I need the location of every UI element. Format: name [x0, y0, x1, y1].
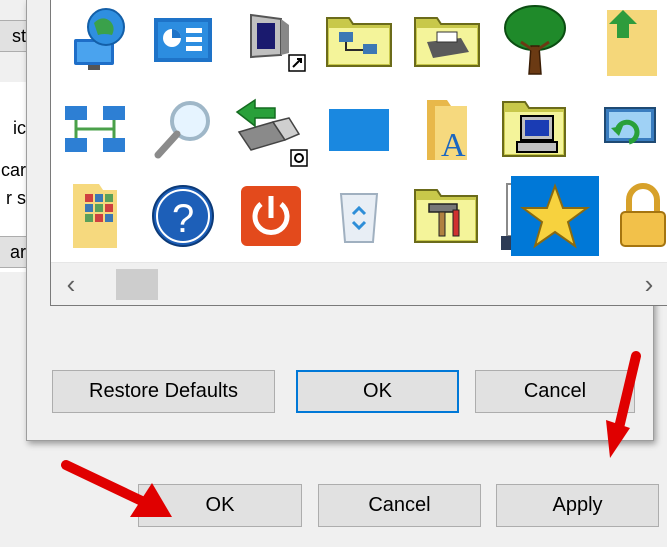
font-folder-icon[interactable]: A	[403, 90, 491, 170]
magnifier-icon[interactable]	[139, 90, 227, 170]
background-text-fragment: ic	[13, 118, 26, 138]
background-button-fragment[interactable]: st	[0, 20, 27, 52]
power-icon[interactable]	[227, 176, 315, 256]
folder-green-arrow-icon[interactable]	[579, 0, 667, 80]
horizontal-scrollbar[interactable]: ‹ ›	[51, 262, 667, 305]
cancel-button[interactable]: Cancel	[318, 484, 481, 527]
svg-text:A: A	[441, 127, 466, 164]
fragment-text: st	[11, 25, 26, 46]
background-text-fragment: r s	[6, 188, 26, 208]
restore-defaults-button[interactable]: Restore Defaults	[52, 370, 275, 413]
computer-folder-icon[interactable]	[491, 90, 579, 170]
usb-drive-arrow-icon[interactable]	[227, 90, 315, 170]
scroll-thumb[interactable]	[116, 269, 158, 300]
grid-document-icon[interactable]	[51, 176, 139, 256]
control-panel-icon[interactable]	[139, 0, 227, 80]
background-text-fragment: car	[0, 160, 26, 180]
lock-icon[interactable]	[599, 176, 667, 256]
globe-monitor-icon[interactable]	[51, 0, 139, 80]
tools-folder-icon[interactable]	[403, 176, 491, 256]
svg-text:?: ?	[172, 197, 194, 241]
blue-rectangle-icon[interactable]	[315, 90, 403, 170]
fragment-text: ar	[9, 241, 26, 262]
recycle-bin-icon[interactable]	[315, 176, 403, 256]
annotation-arrow-icon	[606, 351, 641, 458]
change-icon-dialog: A ? ‹ › Restore Defaults OK Cancel	[26, 0, 667, 441]
scroll-right-icon[interactable]: ›	[629, 263, 667, 305]
annotation-arrow-icon	[61, 460, 172, 517]
apply-button[interactable]: Apply	[496, 484, 659, 527]
star-icon[interactable]	[511, 176, 599, 256]
monitor-moon-shortcut-icon[interactable]	[227, 0, 315, 80]
help-icon[interactable]: ?	[139, 176, 227, 256]
dialog-ok-button[interactable]: OK	[296, 370, 459, 413]
scroll-left-icon[interactable]: ‹	[51, 263, 91, 305]
network-folder-icon[interactable]	[315, 0, 403, 80]
tree-icon[interactable]	[491, 0, 579, 80]
monitor-refresh-icon[interactable]	[579, 90, 667, 170]
printer-folder-icon[interactable]	[403, 0, 491, 80]
network-connections-icon[interactable]	[51, 90, 139, 170]
icon-list[interactable]: A ? ‹ ›	[50, 0, 667, 306]
background-button-fragment[interactable]: ar	[0, 236, 27, 268]
